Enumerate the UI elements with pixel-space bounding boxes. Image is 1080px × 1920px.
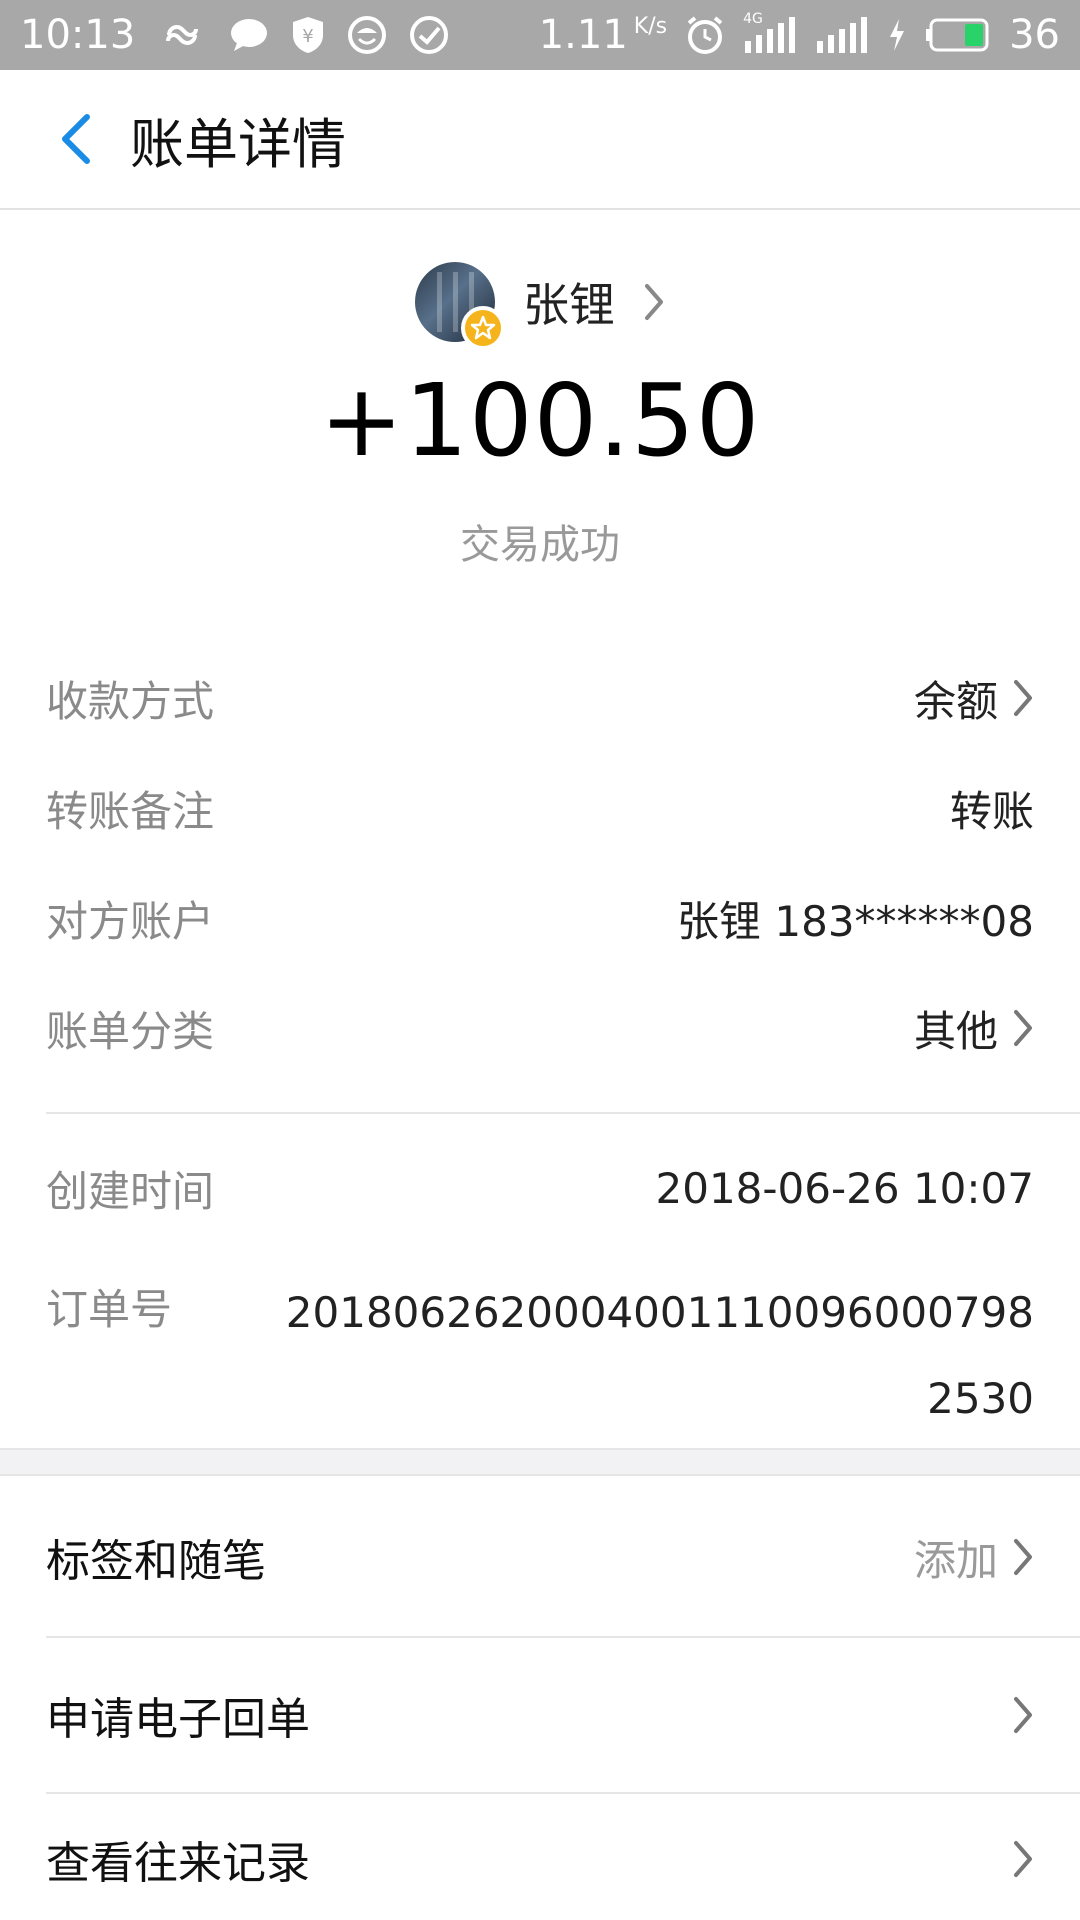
detail-label: 对方账户 bbox=[46, 896, 215, 946]
detail-value: 2018-06-26 10:07 bbox=[655, 1163, 1034, 1213]
transaction-amount: +100.50 bbox=[319, 362, 761, 479]
back-arrow-icon bbox=[62, 114, 90, 164]
detail-row-account: 对方账户 张锂 183******08 bbox=[46, 868, 1034, 968]
battery-icon bbox=[925, 18, 991, 52]
detail-label: 账单分类 bbox=[46, 1006, 215, 1056]
network-speed: 1.11 K/s bbox=[539, 12, 667, 58]
menu-label: 申请电子回单 bbox=[46, 1694, 310, 1745]
detail-label: 订单号 bbox=[46, 1285, 173, 1334]
divider bbox=[46, 1112, 1080, 1114]
detail-row-payment-method[interactable]: 收款方式 余额 bbox=[46, 648, 1034, 748]
menu-item-e-receipt[interactable]: 申请电子回单 bbox=[46, 1640, 1034, 1790]
detail-row-remark: 转账备注 转账 bbox=[46, 758, 1034, 858]
svg-text:¥: ¥ bbox=[303, 26, 314, 47]
star-badge-icon bbox=[461, 306, 505, 350]
speed-unit: K/s bbox=[633, 14, 668, 39]
charging-icon bbox=[887, 17, 907, 53]
order-number-value: 2018062620004001110096000798 2530 bbox=[285, 1288, 1034, 1423]
payee-name: 张锂 bbox=[523, 278, 615, 332]
infinity-icon bbox=[157, 20, 207, 50]
transaction-summary: 张锂 +100.50 交易成功 bbox=[0, 212, 1080, 602]
back-button[interactable] bbox=[20, 69, 130, 209]
menu-item-tags-notes[interactable]: 标签和随笔 添加 bbox=[46, 1482, 1034, 1632]
detail-row-category[interactable]: 账单分类 其他 bbox=[46, 978, 1034, 1078]
speed-value: 1.11 bbox=[538, 12, 628, 58]
detail-value: 张锂 183******08 bbox=[677, 896, 1034, 946]
detail-label: 创建时间 bbox=[46, 1166, 215, 1216]
payee-link[interactable]: 张锂 bbox=[0, 252, 1080, 352]
battery-level: 36 bbox=[1009, 12, 1060, 58]
chevron-right-icon bbox=[1012, 678, 1034, 718]
status-time: 10:13 bbox=[20, 12, 136, 58]
page-title: 账单详情 bbox=[130, 112, 346, 176]
alarm-icon bbox=[685, 15, 725, 55]
detail-label: 收款方式 bbox=[46, 676, 215, 726]
divider bbox=[46, 1636, 1080, 1638]
chat-icon bbox=[229, 17, 269, 53]
app-header: 账单详情 bbox=[0, 70, 1080, 210]
shield-icon: ¥ bbox=[291, 15, 325, 55]
chevron-right-icon bbox=[643, 282, 665, 322]
chevron-right-icon bbox=[1012, 1839, 1034, 1879]
check-circle-icon bbox=[409, 15, 449, 55]
detail-value: 转账 bbox=[949, 786, 1034, 836]
detail-value: 其他 bbox=[913, 1006, 998, 1056]
status-bar: 10:13 ¥ 1.11 K/s 4G 36 bbox=[0, 0, 1080, 70]
network-type: 4G bbox=[743, 11, 763, 27]
smiley-icon bbox=[347, 15, 387, 55]
detail-row-created-time: 创建时间 2018-06-26 10:07 bbox=[46, 1138, 1034, 1238]
detail-value: 余额 bbox=[913, 676, 998, 726]
chevron-right-icon bbox=[1012, 1537, 1034, 1577]
chevron-right-icon bbox=[1012, 1008, 1034, 1048]
menu-label: 标签和随笔 bbox=[46, 1536, 266, 1587]
detail-row-order-number: 订单号 2018062620004001110096000798 2530 bbox=[46, 1270, 1034, 1442]
menu-label: 查看往来记录 bbox=[46, 1838, 310, 1889]
menu-item-history[interactable]: 查看往来记录 bbox=[46, 1798, 1034, 1920]
avatar bbox=[415, 262, 505, 350]
signal-icon bbox=[815, 15, 869, 55]
divider bbox=[46, 1792, 1080, 1794]
detail-label: 转账备注 bbox=[46, 786, 215, 836]
section-separator bbox=[0, 1448, 1080, 1476]
chevron-right-icon bbox=[1012, 1695, 1034, 1735]
transaction-status: 交易成功 bbox=[460, 522, 620, 568]
signal-4g-icon: 4G bbox=[743, 11, 797, 55]
menu-value: 添加 bbox=[913, 1535, 998, 1585]
